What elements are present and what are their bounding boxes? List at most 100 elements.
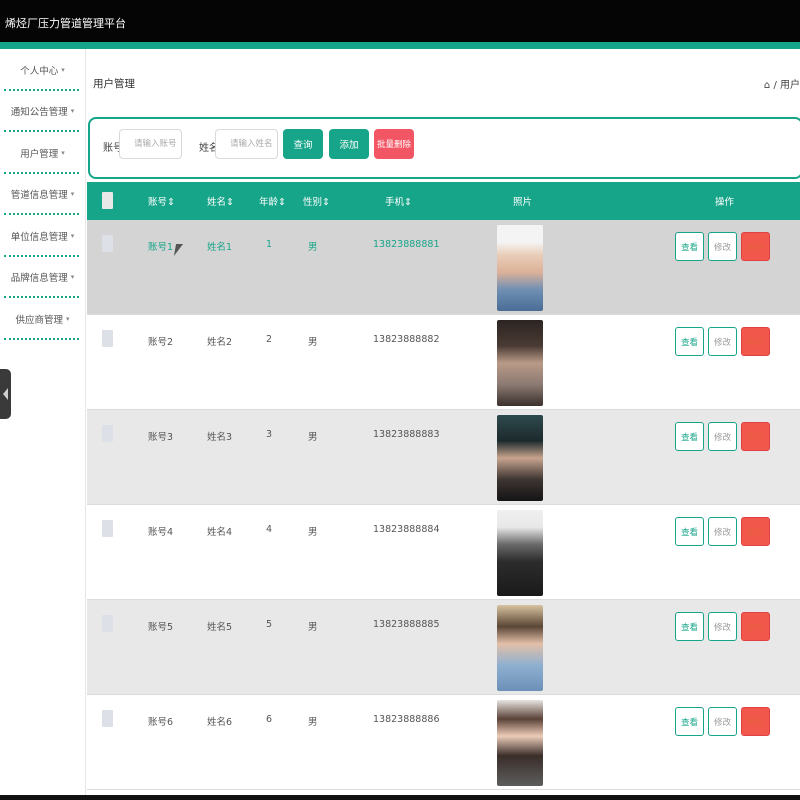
sidebar-collapse-handle[interactable] <box>0 369 11 419</box>
table-row[interactable]: 账号5 姓名5 5 男 13823888885 查看 修改 删除 <box>87 600 800 695</box>
cell-phone: 13823888886 <box>373 714 440 725</box>
account-search-input[interactable] <box>119 129 182 159</box>
user-photo <box>497 225 543 311</box>
chevron-down-icon: ▾ <box>70 231 75 240</box>
column-header-account[interactable]: 账号⇕ <box>148 194 175 208</box>
row-checkbox[interactable] <box>102 615 113 632</box>
chevron-down-icon: ▾ <box>70 190 75 199</box>
sidebar-item-label: 供应商管理 <box>15 314 63 326</box>
cell-phone: 13823888884 <box>373 524 440 535</box>
top-accent-line <box>0 42 800 49</box>
row-checkbox[interactable] <box>102 330 113 347</box>
table-row[interactable]: 账号4 姓名4 4 男 13823888884 查看 修改 删除 <box>87 505 800 600</box>
edit-button[interactable]: 修改 <box>708 327 737 356</box>
sidebar-item-label: 个人中心 <box>20 65 59 77</box>
sidebar-item-label: 单位信息管理 <box>10 231 68 243</box>
sidebar-item-notices[interactable]: 通知公告管理 ▾ <box>0 91 85 133</box>
cell-name: 姓名6 <box>207 717 233 728</box>
table-row[interactable]: 账号1 姓名1 1 男 13823888881 查看 修改 删除 <box>87 220 800 315</box>
view-button[interactable]: 查看 <box>675 612 704 641</box>
cell-phone: 13823888882 <box>373 334 440 345</box>
cell-account: 账号4 <box>148 527 174 538</box>
cell-gender: 男 <box>308 717 318 728</box>
cell-account: 账号1 <box>148 242 174 253</box>
sidebar-item-units[interactable]: 单位信息管理 ▾ <box>0 215 85 257</box>
cell-name: 姓名4 <box>207 527 233 538</box>
user-photo <box>497 320 543 406</box>
name-search-input[interactable] <box>215 129 278 159</box>
edit-button[interactable]: 修改 <box>708 422 737 451</box>
breadcrumb[interactable]: ⌂ / 用户 <box>764 76 800 91</box>
batch-delete-button[interactable]: 批量删除 <box>374 129 414 159</box>
cell-account: 账号3 <box>148 432 174 443</box>
bottom-bar <box>0 795 800 800</box>
delete-button[interactable]: 删除 <box>741 612 770 641</box>
user-photo <box>497 700 543 786</box>
delete-button[interactable]: 删除 <box>741 232 770 261</box>
sidebar-item-label: 品牌信息管理 <box>10 273 68 285</box>
cell-gender: 男 <box>308 527 318 538</box>
sidebar-item-brands[interactable]: 品牌信息管理 ▾ <box>0 257 85 299</box>
cell-name: 姓名2 <box>207 337 233 348</box>
cell-name: 姓名3 <box>207 432 233 443</box>
row-checkbox[interactable] <box>102 235 113 252</box>
edit-button[interactable]: 修改 <box>708 517 737 546</box>
sidebar-item-label: 管道信息管理 <box>10 190 68 202</box>
chevron-down-icon: ▾ <box>61 148 65 157</box>
delete-button[interactable]: 删除 <box>741 422 770 451</box>
column-header-phone[interactable]: 手机⇕ <box>385 194 412 208</box>
sidebar-item-suppliers[interactable]: 供应商管理 ▾ <box>0 298 85 340</box>
row-checkbox[interactable] <box>102 710 113 727</box>
view-button[interactable]: 查看 <box>675 327 704 356</box>
sidebar-item-users[interactable]: 用户管理 ▾ <box>0 132 85 174</box>
page-header: 用户管理 ⌂ / 用户 <box>87 49 800 115</box>
delete-button[interactable]: 删除 <box>741 707 770 736</box>
cell-age: 2 <box>266 334 273 345</box>
edit-button[interactable]: 修改 <box>708 232 737 261</box>
column-header-photo: 照片 <box>513 197 533 208</box>
cell-gender: 男 <box>308 622 318 633</box>
chevron-down-icon: ▾ <box>66 314 70 323</box>
cell-account: 账号2 <box>148 337 174 348</box>
delete-button[interactable]: 删除 <box>741 327 770 356</box>
cell-account: 账号6 <box>148 717 174 728</box>
column-header-actions: 操作 <box>715 197 735 208</box>
table-row[interactable]: 账号3 姓名3 3 男 13823888883 查看 修改 删除 <box>87 410 800 505</box>
sidebar-item-profile[interactable]: 个人中心 ▾ <box>0 49 85 91</box>
sidebar: 个人中心 ▾ 通知公告管理 ▾ 用户管理 ▾ 管道信息管理 ▾ 单位信息管理 ▾ 品牌信息… <box>0 49 86 800</box>
sidebar-item-label: 用户管理 <box>20 148 59 160</box>
cell-age: 6 <box>266 714 273 725</box>
cell-age: 4 <box>266 524 273 535</box>
cell-name: 姓名1 <box>207 242 233 253</box>
cell-name: 姓名5 <box>207 622 233 633</box>
column-header-gender[interactable]: 性别⇕ <box>303 194 330 208</box>
view-button[interactable]: 查看 <box>675 707 704 736</box>
query-button[interactable]: 查询 <box>283 129 323 159</box>
edit-button[interactable]: 修改 <box>708 707 737 736</box>
column-header-name[interactable]: 姓名⇕ <box>207 194 234 208</box>
chevron-down-icon: ▾ <box>70 273 75 282</box>
delete-button[interactable]: 删除 <box>741 517 770 546</box>
cell-gender: 男 <box>308 242 318 253</box>
user-table: 账号⇕ 姓名⇕ 年龄⇕ 性别⇕ 手机⇕ 照片 操作 账号1 姓名1 1 男 13… <box>87 182 800 790</box>
cell-phone: 13823888885 <box>373 619 440 630</box>
chevron-down-icon: ▾ <box>70 107 75 116</box>
column-header-age[interactable]: 年龄⇕ <box>259 194 286 208</box>
cell-age: 1 <box>266 239 273 250</box>
chevron-down-icon: ▾ <box>61 65 65 74</box>
table-row[interactable]: 账号6 姓名6 6 男 13823888886 查看 修改 删除 <box>87 695 800 790</box>
edit-button[interactable]: 修改 <box>708 612 737 641</box>
sidebar-item-label: 通知公告管理 <box>10 107 68 119</box>
row-checkbox[interactable] <box>102 520 113 537</box>
row-checkbox[interactable] <box>102 425 113 442</box>
user-photo <box>497 605 543 691</box>
view-button[interactable]: 查看 <box>675 232 704 261</box>
app-title: 烯烃厂压力管道管理平台 <box>5 17 126 30</box>
view-button[interactable]: 查看 <box>675 517 704 546</box>
sidebar-item-pipelines[interactable]: 管道信息管理 ▾ <box>0 174 85 216</box>
table-row[interactable]: 账号2 姓名2 2 男 13823888882 查看 修改 删除 <box>87 315 800 410</box>
select-all-checkbox[interactable] <box>102 192 113 209</box>
cell-gender: 男 <box>308 337 318 348</box>
add-button[interactable]: 添加 <box>329 129 369 159</box>
view-button[interactable]: 查看 <box>675 422 704 451</box>
